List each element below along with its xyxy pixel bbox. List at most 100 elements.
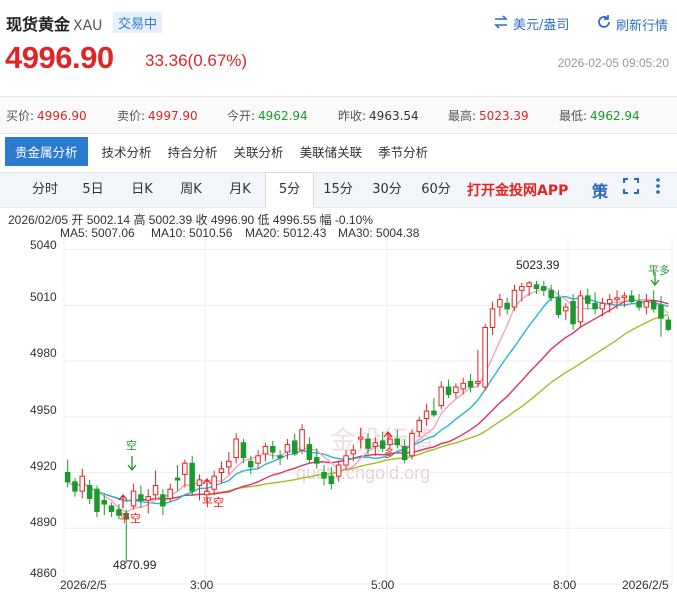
candle-body <box>284 444 291 453</box>
candle-body <box>108 505 115 512</box>
tab-fed-correlation[interactable]: 美联储关联 <box>292 138 371 165</box>
y-tick: 5010 <box>30 290 57 304</box>
stat-value: 4962.94 <box>258 109 308 123</box>
candle-body <box>292 440 298 455</box>
period-tabs: 分时 5日 日K 周K 月K 5分 15分 30分 60分 <box>0 172 677 208</box>
candle-body <box>306 444 313 461</box>
y-tick: 4920 <box>30 459 57 473</box>
fullscreen-icon[interactable] <box>622 177 640 199</box>
analysis-tabs: 贵金属分析 技术分析 持合分析 关联分析 美联储关联 季节分析 <box>5 137 436 166</box>
candle-body <box>335 464 342 477</box>
x-tick: 8:00 <box>553 578 577 592</box>
price-change: 33.36(0.67%) <box>145 51 248 70</box>
candle-body <box>570 301 576 325</box>
signal-close-short: 平空 <box>119 512 141 525</box>
candle-body <box>248 460 254 468</box>
candle-body <box>599 302 606 310</box>
tab-5min[interactable]: 5分 <box>265 172 314 208</box>
candle-body <box>658 304 664 319</box>
signal-close-long: 平多 <box>648 264 670 277</box>
candle-body <box>511 289 518 308</box>
stat-label: 卖价: <box>117 109 146 123</box>
stat-label: 昨收: <box>338 109 367 123</box>
candle-body <box>372 442 379 447</box>
candle-body <box>299 429 305 451</box>
low-price-label: 4870.99 <box>113 558 157 572</box>
stat-label: 今开: <box>227 109 256 123</box>
instrument-code: XAU <box>73 18 103 34</box>
y-tick: 4860 <box>30 566 57 580</box>
candle-body <box>211 475 217 490</box>
candle-body <box>270 446 276 453</box>
candle-body <box>182 462 188 475</box>
candle-body <box>614 297 620 301</box>
x-tick: 3:00 <box>190 578 214 592</box>
candle-body <box>650 301 657 310</box>
strategy-icon[interactable]: 策 <box>592 178 608 202</box>
tab-correlation[interactable]: 关联分析 <box>226 138 292 165</box>
candle-body <box>64 472 71 483</box>
candle-body <box>416 419 422 433</box>
stat-bid: 买价: 4996.90 <box>6 107 87 124</box>
open-app-link[interactable]: 打开金投网APP <box>467 180 568 200</box>
candle-body <box>233 438 239 459</box>
candle-body <box>394 438 400 446</box>
candle-body <box>453 386 459 394</box>
candle-body <box>160 494 166 507</box>
candle-body <box>460 382 466 390</box>
candle-body <box>497 299 503 308</box>
more-icon[interactable] <box>652 177 664 199</box>
tab-5day[interactable]: 5日 <box>70 173 116 206</box>
candle-body <box>563 306 569 312</box>
candlestick-chart[interactable] <box>0 238 677 588</box>
stat-high: 最高: 5023.39 <box>448 107 529 124</box>
candle-body <box>79 475 85 492</box>
tab-positions[interactable]: 持合分析 <box>160 138 226 165</box>
tab-precious-metals[interactable]: 贵金属分析 <box>5 137 88 166</box>
candle-body <box>277 455 283 459</box>
candle-body <box>423 410 430 420</box>
tab-15min[interactable]: 15分 <box>315 173 361 206</box>
candle-body <box>328 475 335 485</box>
x-tick: 2026/2/5 <box>60 578 107 592</box>
candle-body <box>504 302 510 310</box>
candle-body <box>72 481 78 492</box>
refresh-icon <box>596 14 612 34</box>
stat-value: 4997.90 <box>148 109 198 123</box>
signal-long: 多 <box>384 447 395 460</box>
tab-seasonal[interactable]: 季节分析 <box>370 138 436 165</box>
stat-label: 最低: <box>559 109 588 123</box>
candle-body <box>555 297 562 315</box>
candle-body <box>526 282 532 288</box>
stat-low: 最低: 4962.94 <box>559 107 640 124</box>
candle-body <box>628 295 635 303</box>
ma20-line <box>67 299 669 502</box>
candle-body <box>577 295 584 323</box>
tab-daily-k[interactable]: 日K <box>119 173 165 206</box>
candle-body <box>489 308 496 329</box>
candle-body <box>130 490 137 507</box>
candle-body <box>240 442 247 459</box>
tab-30min[interactable]: 30分 <box>364 173 410 206</box>
tab-monthly-k[interactable]: 月K <box>217 173 263 206</box>
candle-body <box>431 410 437 416</box>
candle-body <box>365 438 371 449</box>
candle-body <box>314 457 320 464</box>
candle-body <box>636 301 642 308</box>
candle-body <box>475 380 481 384</box>
status-badge: 交易中 <box>113 12 163 33</box>
tab-technical[interactable]: 技术分析 <box>94 138 160 165</box>
candle-body <box>409 432 415 457</box>
tab-intraday[interactable]: 分时 <box>22 173 68 206</box>
candle-body <box>519 286 525 291</box>
refresh-label: 刷新行情 <box>616 18 669 34</box>
candle-body <box>218 468 225 474</box>
unit-switch-link[interactable]: 美元/盎司 <box>493 14 569 33</box>
candle-body <box>401 446 408 460</box>
tab-60min[interactable]: 60分 <box>413 173 459 206</box>
candle-body <box>343 455 349 466</box>
tab-weekly-k[interactable]: 周K <box>168 173 214 206</box>
candle-body <box>467 380 474 388</box>
refresh-link[interactable]: 刷新行情 <box>596 14 668 34</box>
candle-body <box>533 284 540 289</box>
